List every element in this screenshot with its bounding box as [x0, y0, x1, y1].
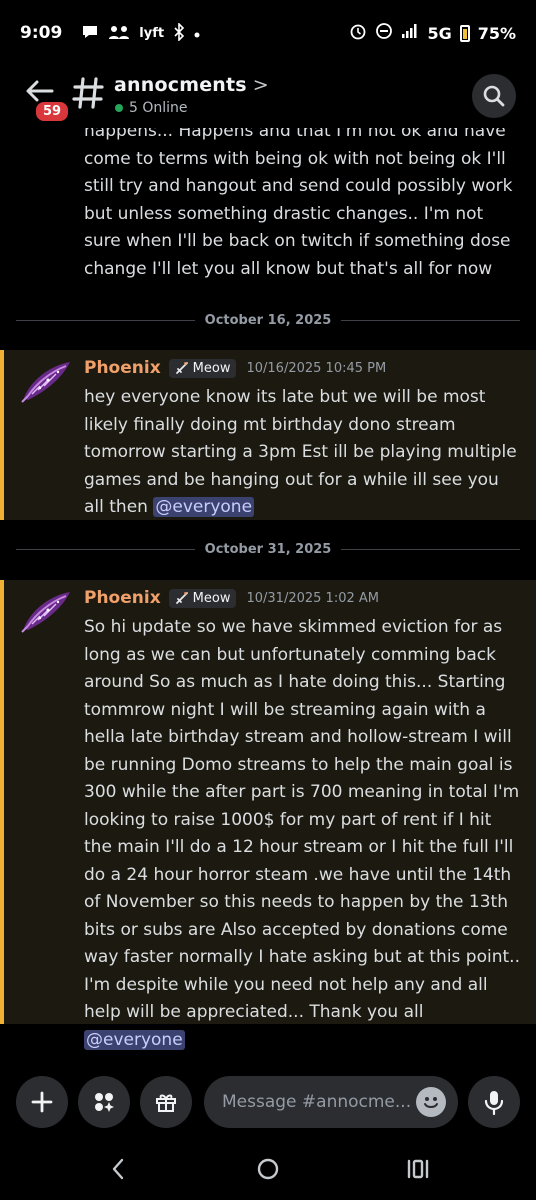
message-timestamp: 10/31/2025 1:02 AM	[246, 590, 379, 606]
online-status: 5 Online	[115, 100, 188, 116]
message-text: So hi update so we have skimmed eviction…	[84, 617, 520, 1022]
role-tag-label: Meow	[192, 360, 231, 376]
mention-everyone[interactable]: @everyone	[84, 1029, 185, 1050]
mention-everyone[interactable]: @everyone	[153, 497, 255, 517]
sword-icon	[175, 362, 188, 374]
message-timestamp: 10/16/2025 10:45 PM	[246, 360, 387, 376]
role-tag[interactable]: Meow	[168, 358, 237, 378]
lyft-icon: lyft	[139, 25, 165, 41]
nav-back-button[interactable]	[98, 1154, 138, 1184]
online-count: 5 Online	[129, 100, 188, 116]
bluetooth-icon	[173, 21, 185, 44]
message-composer: Message #annocme...	[0, 1050, 536, 1140]
nav-recents-button[interactable]	[398, 1154, 438, 1184]
search-button[interactable]	[472, 74, 516, 118]
channel-header: 59 annocments > 5 Online	[0, 66, 536, 128]
voice-message-button[interactable]	[468, 1076, 520, 1128]
system-nav-bar	[0, 1140, 536, 1200]
add-button[interactable]	[16, 1076, 68, 1128]
chevron-right-icon: >	[252, 74, 269, 96]
gift-icon	[156, 1094, 176, 1112]
people-icon	[108, 24, 130, 43]
message-header: Phoenix Meow 10/31/2025 1:02 AM	[84, 588, 379, 608]
online-dot-icon	[115, 104, 123, 112]
author-name[interactable]: Phoenix	[84, 588, 161, 608]
apps-button[interactable]	[78, 1076, 130, 1128]
date-divider-label: October 16, 2025	[204, 312, 332, 328]
emoji-icon	[424, 1097, 438, 1108]
nav-home-button[interactable]	[248, 1154, 288, 1184]
message-body: So hi update so we have skimmed eviction…	[84, 614, 524, 1050]
signal-icon	[401, 23, 419, 43]
emoji-button[interactable]	[416, 1087, 446, 1117]
microphone-icon	[484, 1091, 504, 1115]
apps-icon	[95, 1093, 114, 1112]
message-item[interactable]: Phoenix Meow 10/16/2025 10:45 PM hey eve…	[0, 350, 536, 520]
battery-percent: 75%	[477, 23, 516, 43]
status-bar: 9:09 lyft 5G 75%	[0, 0, 536, 66]
channel-title[interactable]: annocments >	[114, 74, 269, 96]
message-input[interactable]: Message #annocme...	[204, 1076, 458, 1128]
message-text: hey everyone know its late but we will b…	[84, 387, 517, 517]
search-icon	[483, 85, 505, 107]
sword-icon	[175, 592, 188, 604]
message-input-placeholder: Message #annocme...	[222, 1092, 412, 1112]
hashtag-icon	[72, 76, 104, 110]
gift-button[interactable]	[140, 1076, 192, 1128]
avatar[interactable]	[18, 588, 74, 634]
author-name[interactable]: Phoenix	[84, 358, 161, 378]
dnd-icon	[375, 22, 393, 44]
role-tag-label: Meow	[192, 590, 231, 606]
channel-name: annocments	[114, 74, 247, 96]
message-list[interactable]: happens... Happens and that I'm not ok a…	[0, 128, 536, 1050]
battery-icon	[459, 24, 470, 42]
message-body: hey everyone know its late but we will b…	[84, 384, 524, 522]
network-type: 5G	[427, 23, 452, 43]
message-item[interactable]: Phoenix Meow 10/31/2025 1:02 AM So hi up…	[0, 580, 536, 1050]
clock: 9:09	[20, 23, 63, 43]
date-divider-label: October 31, 2025	[204, 541, 332, 557]
date-divider: October 16, 2025	[16, 310, 521, 330]
date-divider: October 31, 2025	[16, 539, 521, 559]
message-header: Phoenix Meow 10/16/2025 10:45 PM	[84, 358, 386, 378]
unread-badge: 59	[34, 100, 71, 123]
home-circle-icon	[257, 1158, 279, 1180]
chat-bubble-icon	[81, 24, 99, 43]
recents-icon	[407, 1159, 429, 1179]
chevron-left-icon	[112, 1158, 124, 1180]
dot-icon	[194, 26, 200, 41]
role-tag[interactable]: Meow	[168, 588, 237, 608]
previous-message-text: happens... Happens and that I'm not ok a…	[84, 128, 513, 279]
plus-icon	[31, 1091, 53, 1113]
avatar[interactable]	[18, 358, 74, 404]
alarm-icon	[349, 22, 367, 44]
